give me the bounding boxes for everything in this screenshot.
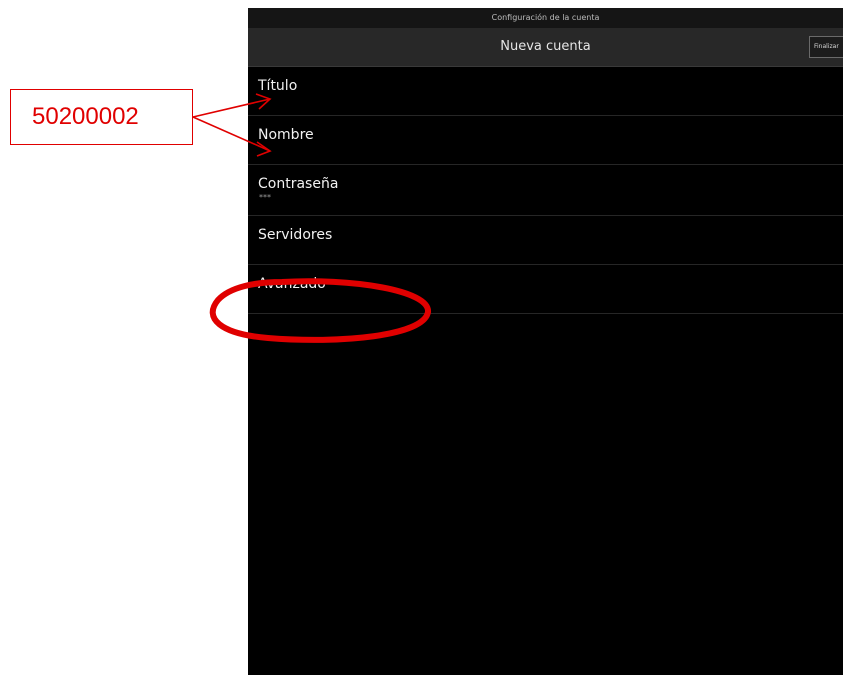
setting-item-servers[interactable]: Servidores: [248, 216, 843, 265]
page-title: Nueva cuenta: [500, 39, 591, 54]
setting-label: Contraseña: [258, 176, 339, 192]
status-bar: Configuración de la cuenta: [248, 8, 843, 28]
setting-item-advanced[interactable]: Avanzado: [248, 265, 843, 314]
annotation-callout: 50200002: [10, 89, 193, 145]
action-bar: Nueva cuenta Finalizar: [248, 28, 843, 67]
setting-item-title[interactable]: Título: [248, 67, 843, 116]
account-settings-list: Título Nombre Contraseña *** Servidores …: [248, 67, 843, 314]
password-mask: ***: [259, 193, 271, 202]
device-screen: Configuración de la cuenta Nueva cuenta …: [248, 8, 843, 675]
setting-label: Título: [258, 78, 298, 94]
finish-button[interactable]: Finalizar: [809, 36, 843, 58]
setting-item-name[interactable]: Nombre: [248, 116, 843, 165]
setting-item-password[interactable]: Contraseña ***: [248, 165, 843, 216]
setting-label: Nombre: [258, 127, 314, 143]
setting-label: Servidores: [258, 227, 333, 243]
status-bar-title: Configuración de la cuenta: [491, 13, 600, 22]
setting-label: Avanzado: [258, 276, 326, 292]
